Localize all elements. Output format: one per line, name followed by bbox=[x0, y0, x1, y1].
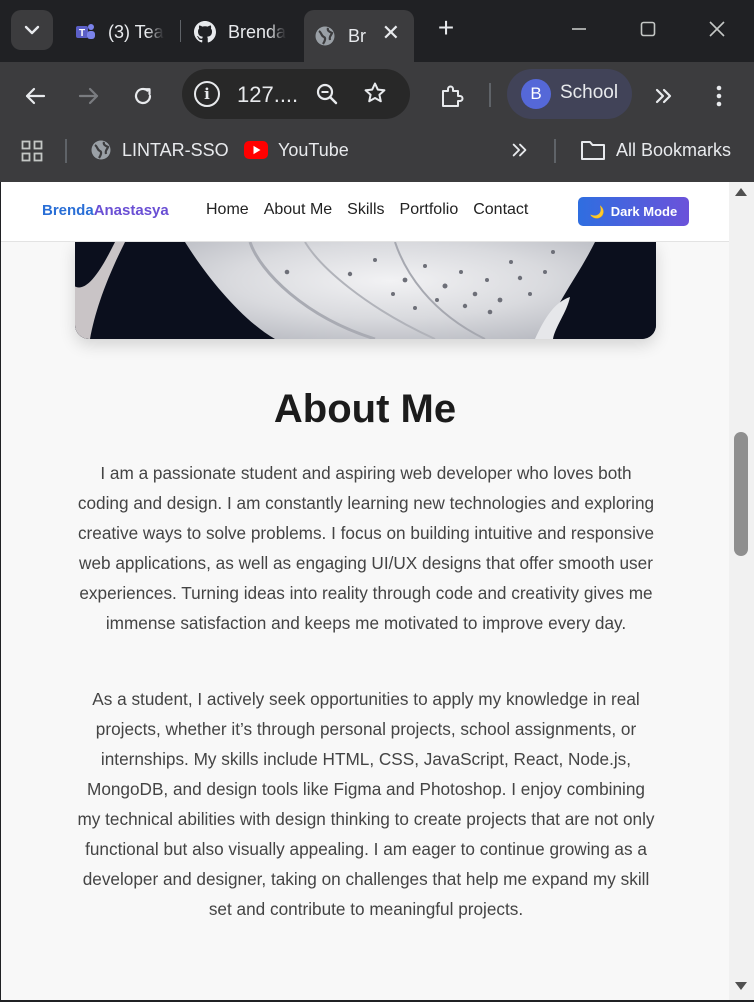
folder-icon bbox=[580, 139, 606, 161]
nav-contact[interactable]: Contact bbox=[473, 201, 528, 219]
github-icon bbox=[194, 21, 216, 43]
tab-title: Brenda bbox=[228, 21, 286, 42]
bookmark-divider bbox=[554, 139, 556, 163]
profile-button[interactable]: B School bbox=[507, 69, 632, 119]
nav-skills[interactable]: Skills bbox=[347, 201, 384, 219]
tab-title: (3) Tea bbox=[108, 21, 164, 42]
tab-strip: T (3) Tea Brenda Br ✕ + bbox=[0, 0, 754, 62]
close-tab-icon[interactable]: ✕ bbox=[382, 22, 400, 44]
apps-button[interactable] bbox=[21, 139, 43, 163]
back-arrow-icon bbox=[25, 87, 46, 105]
globe-icon bbox=[90, 139, 112, 161]
nav-links: Home About Me Skills Portfolio Contact bbox=[206, 201, 543, 219]
tab-divider bbox=[180, 20, 181, 42]
all-bookmarks-label: All Bookmarks bbox=[616, 139, 732, 160]
about-paragraph: As a student, I actively seek opportunit… bbox=[77, 689, 655, 919]
maximize-icon bbox=[640, 21, 656, 37]
new-tab-button[interactable]: + bbox=[432, 14, 460, 42]
maximize-button[interactable] bbox=[633, 14, 663, 44]
reload-button[interactable] bbox=[127, 80, 159, 112]
bookmark-star-icon[interactable] bbox=[363, 81, 387, 105]
page-scrollbar[interactable] bbox=[729, 182, 754, 1000]
forward-arrow-icon bbox=[78, 87, 99, 105]
moon-icon: 🌙 bbox=[589, 204, 605, 219]
puzzle-icon bbox=[442, 85, 464, 107]
profile-name: School bbox=[560, 82, 619, 103]
about-paragraph: I am a passionate student and aspiring w… bbox=[77, 463, 655, 633]
zoom-icon[interactable] bbox=[315, 82, 339, 106]
about-title: About Me bbox=[273, 387, 457, 431]
tab-active[interactable]: Br ✕ bbox=[304, 10, 414, 62]
all-bookmarks-button[interactable]: All Bookmarks bbox=[580, 138, 731, 162]
dark-mode-button[interactable]: 🌙 Dark Mode bbox=[578, 197, 689, 226]
apps-grid-icon bbox=[21, 140, 43, 162]
bookmarks-bar: LINTAR-SSO YouTube All Bookmarks bbox=[0, 128, 754, 182]
scroll-up-arrow-icon[interactable] bbox=[735, 188, 747, 196]
bookmark-divider bbox=[65, 139, 67, 163]
double-chevron-right-icon bbox=[655, 88, 672, 104]
chevron-down-icon bbox=[24, 25, 40, 35]
scroll-down-arrow-icon[interactable] bbox=[735, 982, 747, 990]
avatar: B bbox=[521, 79, 551, 109]
nav-about[interactable]: About Me bbox=[264, 201, 332, 219]
logo-last-name: Anastasya bbox=[93, 202, 169, 219]
tab-title: Br bbox=[348, 25, 366, 46]
hero-photo bbox=[75, 242, 656, 339]
address-text[interactable]: 127.... bbox=[237, 82, 298, 108]
site-logo[interactable]: BrendaAnastasya bbox=[42, 202, 169, 219]
menu-button[interactable] bbox=[703, 80, 735, 112]
minimize-icon bbox=[572, 28, 586, 30]
more-tools-button[interactable] bbox=[648, 80, 680, 112]
globe-icon bbox=[314, 25, 336, 47]
nav-portfolio[interactable]: Portfolio bbox=[400, 201, 459, 219]
teams-icon: T bbox=[74, 21, 96, 43]
svg-text:T: T bbox=[79, 28, 85, 39]
tab-github[interactable]: Brenda bbox=[194, 10, 286, 54]
back-button[interactable] bbox=[19, 80, 51, 112]
bookmarks-overflow-button[interactable] bbox=[510, 138, 530, 162]
bookmark-label: YouTube bbox=[278, 139, 349, 160]
bookmark-youtube[interactable]: YouTube bbox=[244, 138, 349, 162]
tab-search-button[interactable] bbox=[11, 10, 53, 50]
kebab-menu-icon bbox=[716, 85, 722, 107]
scrollbar-thumb[interactable] bbox=[734, 432, 748, 556]
nav-home[interactable]: Home bbox=[206, 201, 249, 219]
address-bar[interactable]: i 127.... bbox=[182, 69, 410, 119]
page-viewport: BrendaAnastasya Home About Me Skills Por… bbox=[1, 182, 729, 1000]
toolbar-divider bbox=[489, 83, 491, 107]
extensions-button[interactable] bbox=[436, 80, 468, 112]
browser-toolbar: i 127.... B School bbox=[0, 62, 754, 128]
site-navbar: BrendaAnastasya Home About Me Skills Por… bbox=[1, 182, 729, 242]
minimize-button[interactable] bbox=[564, 14, 594, 44]
double-chevron-right-icon bbox=[512, 143, 527, 157]
close-window-button[interactable] bbox=[702, 14, 732, 44]
dark-mode-label: Dark Mode bbox=[610, 204, 678, 219]
tab-teams[interactable]: T (3) Tea bbox=[74, 10, 168, 54]
logo-first-name: Brenda bbox=[42, 202, 94, 219]
close-icon bbox=[709, 21, 725, 37]
site-info-icon[interactable]: i bbox=[194, 81, 220, 107]
bookmark-lintar-sso[interactable]: LINTAR-SSO bbox=[90, 138, 229, 162]
reload-icon bbox=[134, 87, 152, 105]
bookmark-label: LINTAR-SSO bbox=[122, 139, 229, 160]
youtube-icon bbox=[244, 141, 268, 159]
forward-button[interactable] bbox=[73, 80, 105, 112]
